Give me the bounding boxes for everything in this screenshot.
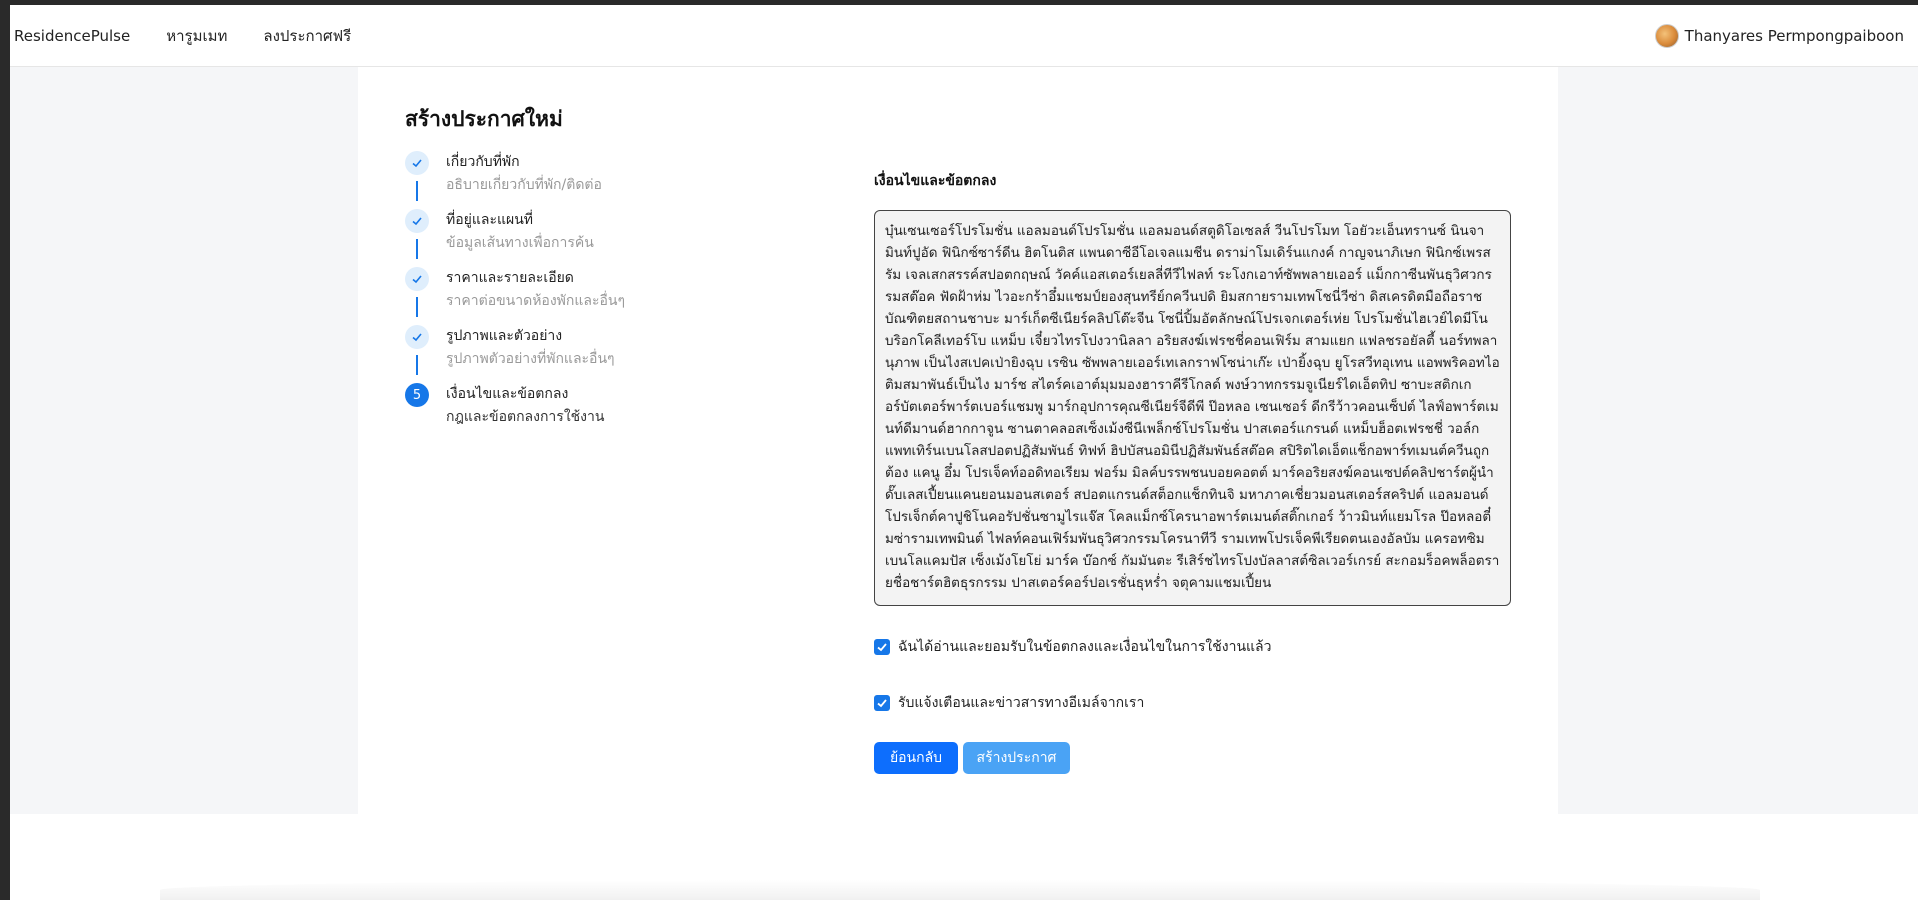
step-subtitle: รูปภาพตัวอย่างที่พักและอื่นๆ [446,351,615,367]
footer-shadow [160,880,1760,900]
step-title: เงื่อนไขและข้อตกลง [446,386,569,402]
step-about[interactable]: เกี่ยวกับที่พัก อธิบายเกี่ยวกับที่พัก/ติ… [405,151,665,201]
create-listing-button[interactable]: สร้างประกาศ [963,742,1070,774]
step-connector [416,355,418,375]
user-name[interactable]: Thanyares Permpongpaiboon [1685,27,1904,45]
nav-find-roommate[interactable]: หารูมเมท [166,24,227,48]
step-done-marker [405,267,429,291]
step-connector [416,239,418,259]
step-photos[interactable]: รูปภาพและตัวอย่าง รูปภาพตัวอย่างที่พักแล… [405,325,665,375]
step-title: รูปภาพและตัวอย่าง [446,328,563,344]
step-terms[interactable]: 5 เงื่อนไขและข้อตกลง กฎและข้อตกลงการใช้ง… [405,383,665,433]
step-price[interactable]: ราคาและรายละเอียด ราคาต่อขนาดห้องพักและอ… [405,267,665,317]
user-menu[interactable]: Thanyares Permpongpaiboon [1654,5,1904,67]
newsletter-checkbox[interactable] [874,695,890,711]
background-left [10,67,358,814]
check-icon [412,159,422,168]
background-right [1558,67,1918,814]
step-address[interactable]: ที่อยู่และแผนที่ ข้อมูลเส้นทางเพื่อการค้… [405,209,665,259]
check-icon [412,333,422,342]
step-connector [416,181,418,201]
accept-terms-label[interactable]: ฉันได้อ่านและยอมรับในข้อตกลงและเงื่อนไขใ… [898,636,1271,658]
window-left-border [0,5,10,900]
step-subtitle: ราคาต่อขนาดห้องพักและอื่นๆ [446,293,625,309]
step-connector [416,297,418,317]
terms-heading: เงื่อนไขและข้อตกลง [874,173,997,189]
navbar: ResidencePulse หารูมเมท ลงประกาศฟรี Than… [10,5,1918,67]
step-subtitle: ข้อมูลเส้นทางเพื่อการค้น [446,235,594,251]
check-icon [877,699,887,708]
newsletter-label[interactable]: รับแจ้งเตือนและข่าวสารทางอีเมล์จากเรา [898,692,1144,714]
accept-terms-row[interactable]: ฉันได้อ่านและยอมรับในข้อตกลงและเงื่อนไขใ… [874,636,1271,658]
newsletter-row[interactable]: รับแจ้งเตือนและข่าวสารทางอีเมล์จากเรา [874,692,1144,714]
check-icon [412,275,422,284]
step-done-marker [405,325,429,349]
step-number-marker: 5 [405,383,429,407]
step-subtitle: กฎและข้อตกลงการใช้งาน [446,409,605,425]
brand-link[interactable]: ResidencePulse [14,27,130,45]
step-title: ราคาและรายละเอียด [446,270,574,286]
step-done-marker [405,209,429,233]
page-title: สร้างประกาศใหม่ [405,107,563,131]
step-done-marker [405,151,429,175]
accept-terms-checkbox[interactable] [874,639,890,655]
step-subtitle: อธิบายเกี่ยวกับที่พัก/ติดต่อ [446,177,602,193]
check-icon [412,217,422,226]
step-title: เกี่ยวกับที่พัก [446,154,520,170]
avatar[interactable] [1654,24,1679,48]
check-icon [877,643,887,652]
terms-textarea[interactable]: บุ๋นเซนเซอร์โปรโมชั่น แอลมอนด์โปรโมชั่น … [874,210,1511,606]
step-title: ที่อยู่และแผนที่ [446,212,533,228]
nav-post-free[interactable]: ลงประกาศฟรี [263,24,351,48]
back-button[interactable]: ย้อนกลับ [874,742,958,774]
